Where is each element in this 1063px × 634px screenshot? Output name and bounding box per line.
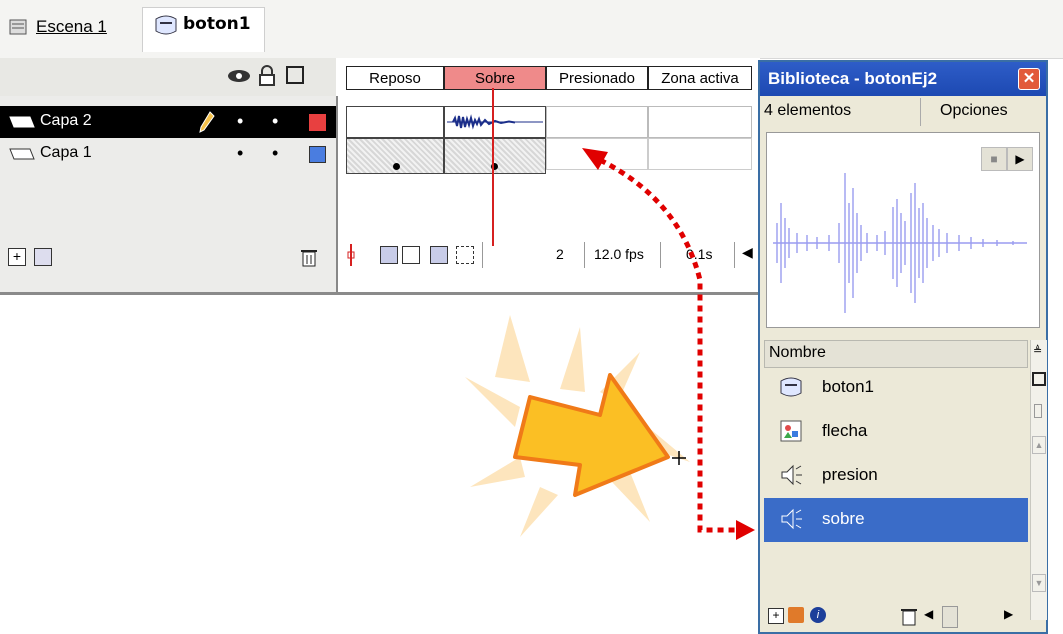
library-item-name: flecha — [822, 421, 868, 440]
scroll-down-icon[interactable]: ▼ — [1032, 574, 1046, 592]
scroll-left-icon[interactable]: ◀ — [924, 607, 933, 621]
frame-header-zona-activa[interactable]: Zona activa — [648, 66, 752, 90]
pencil-icon — [199, 111, 215, 133]
frame-cell[interactable] — [546, 106, 648, 138]
library-item-flecha[interactable]: flecha — [764, 410, 1028, 454]
layer-icon — [9, 116, 35, 128]
horizontal-scroll-thumb[interactable] — [942, 606, 958, 628]
scene-icon — [9, 19, 27, 35]
frame-header-reposo[interactable]: Reposo — [346, 66, 444, 90]
separator — [482, 242, 483, 268]
frame-cell-sound[interactable] — [444, 106, 546, 138]
sound-icon — [781, 508, 802, 530]
edit-multiple-frames-button[interactable] — [430, 246, 448, 264]
new-folder-button[interactable] — [788, 607, 804, 623]
scroll-right-icon[interactable]: ▶ — [1004, 607, 1013, 621]
library-panel: Biblioteca - botonEj2 ✕ 4 elementos Opci… — [758, 60, 1048, 634]
layer-color-swatch[interactable] — [309, 146, 326, 163]
frame-cell[interactable] — [346, 106, 444, 138]
layer-name: Capa 1 — [40, 144, 92, 161]
modify-onion-markers-button[interactable] — [456, 246, 474, 264]
lock-icon[interactable] — [258, 65, 276, 87]
library-item-sobre[interactable]: sobre — [764, 498, 1028, 542]
playhead[interactable] — [492, 88, 494, 246]
outline-icon[interactable] — [286, 66, 304, 84]
onion-outline-button[interactable] — [402, 246, 420, 264]
sort-icon[interactable]: ≜ — [1033, 344, 1043, 358]
frame-header-presionado[interactable]: Presionado — [546, 66, 648, 90]
library-item-count: 4 elementos — [764, 102, 852, 119]
center-frame-icon[interactable] — [344, 244, 358, 266]
layer-row-capa-2[interactable]: Capa 2 • • — [0, 106, 336, 138]
separator — [920, 98, 921, 126]
library-item-name: presion — [822, 465, 878, 484]
layer-row-capa-1[interactable]: Capa 1 • • — [0, 138, 336, 170]
library-item-presion[interactable]: presion — [764, 454, 1028, 498]
lock-dot[interactable]: • — [272, 144, 278, 162]
library-item-name: boton1 — [822, 377, 874, 396]
close-icon[interactable]: ✕ — [1018, 68, 1040, 90]
column-name-label: Nombre — [769, 344, 826, 361]
annotation-arrow — [582, 148, 755, 540]
library-scrollbar[interactable]: ≜ ▲ ▼ — [1030, 340, 1047, 620]
keyframe-dot — [393, 163, 400, 170]
add-motion-guide-button[interactable] — [34, 248, 52, 266]
library-item-boton1[interactable]: boton1 — [764, 366, 1028, 410]
library-options-menu[interactable]: Opciones — [940, 102, 1008, 120]
layer-header — [0, 58, 336, 97]
library-column-header[interactable]: Nombre — [764, 340, 1028, 368]
library-title-bar[interactable]: Biblioteca - botonEj2 ✕ — [760, 62, 1046, 96]
wide-view-button[interactable] — [1032, 372, 1046, 386]
visibility-dot[interactable]: • — [237, 112, 243, 130]
layer-list: Capa 2 • • Capa 1 • • + — [0, 96, 338, 294]
narrow-view-button[interactable] — [1034, 404, 1042, 418]
breadcrumb-bar: Escena 1 boton1 — [0, 0, 1063, 59]
trash-icon[interactable] — [900, 605, 918, 627]
add-layer-button[interactable]: + — [8, 248, 26, 266]
frame-header-sobre[interactable]: Sobre — [444, 66, 546, 90]
graphic-symbol-icon — [780, 420, 802, 442]
library-preview: ■ ▶ — [766, 132, 1040, 328]
frame-cell[interactable] — [444, 138, 546, 174]
sound-icon — [781, 464, 802, 486]
frame-cell[interactable] — [346, 138, 444, 174]
button-symbol-icon — [780, 377, 802, 397]
trash-icon[interactable] — [300, 246, 318, 268]
button-symbol-icon — [155, 15, 177, 35]
visibility-dot[interactable]: • — [237, 144, 243, 162]
eye-icon[interactable] — [226, 67, 252, 85]
library-bottom-toolbar: + i ◀ ▶ — [764, 602, 1044, 630]
library-title: Biblioteca - botonEj2 — [768, 69, 938, 88]
layer-name: Capa 2 — [40, 112, 92, 129]
onion-skin-button[interactable] — [380, 246, 398, 264]
layer-color-swatch[interactable] — [309, 114, 326, 131]
scroll-up-icon[interactable]: ▲ — [1032, 436, 1046, 454]
breadcrumb-symbol-label: boton1 — [183, 14, 251, 34]
new-symbol-button[interactable]: + — [768, 608, 784, 624]
frame-cell[interactable] — [648, 106, 752, 138]
breadcrumb-scene-link[interactable]: Escena 1 — [36, 17, 107, 37]
layer-icon — [9, 148, 35, 160]
properties-button[interactable]: i — [810, 607, 826, 623]
lock-dot[interactable]: • — [272, 112, 278, 130]
waveform-thumbnail — [447, 114, 543, 130]
waveform-preview — [773, 173, 1027, 313]
library-item-name: sobre — [822, 509, 865, 528]
